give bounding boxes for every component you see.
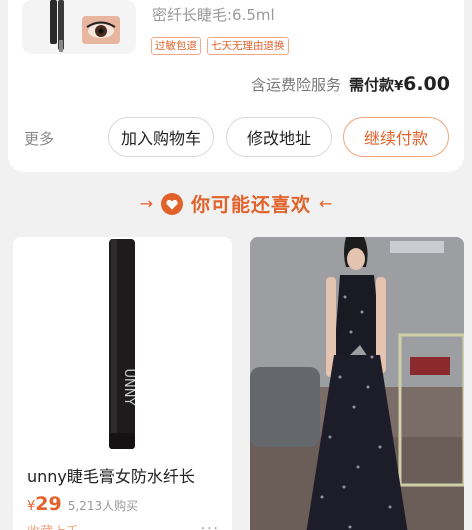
product-card[interactable]: UNNY unny睫毛膏女防水纤长 ¥ 29 5,213人购买 收藏上千 ··· xyxy=(13,237,232,530)
price-currency: ¥ xyxy=(27,499,36,514)
heart-icon xyxy=(160,192,183,215)
service-tag: 过敏包退 xyxy=(151,37,201,55)
price-row: ¥ 29 5,213人购买 xyxy=(27,493,138,515)
product-spec: 密纤长睫毛:6.5ml xyxy=(152,6,275,24)
arrow-right-decoration: → xyxy=(139,194,153,213)
insurance-text: 含运费险服务 xyxy=(251,76,342,94)
more-button[interactable]: 更多 xyxy=(24,128,54,149)
mascara-thumbnail-image xyxy=(50,0,64,52)
brand-on-tube: UNNY xyxy=(121,369,136,406)
payment-summary: 含运费险服务 需付款 ¥ 6.00 xyxy=(251,73,450,95)
service-tags: 过敏包退 七天无理由退换 xyxy=(151,37,289,55)
recommend-title: 你可能还喜欢 xyxy=(190,194,311,216)
product-price: 29 xyxy=(35,493,62,515)
dress-product-image xyxy=(250,237,464,530)
add-to-cart-button[interactable]: 加入购物车 xyxy=(108,117,214,157)
product-name: unny睫毛膏女防水纤长 xyxy=(27,467,195,486)
pay-label: 需付款 xyxy=(349,76,395,94)
pay-amount: 6.00 xyxy=(403,73,450,95)
more-options-icon[interactable]: ··· xyxy=(201,521,220,530)
product-card[interactable] xyxy=(250,237,464,530)
product-thumbnail[interactable] xyxy=(22,0,136,54)
change-address-button[interactable]: 修改地址 xyxy=(226,117,332,157)
arrow-left-decoration: ← xyxy=(319,194,333,213)
order-card: 密纤长睫毛:6.5ml 过敏包退 七天无理由退换 含运费险服务 需付款 ¥ 6.… xyxy=(8,0,464,172)
buyer-count: 5,213人购买 xyxy=(67,499,139,513)
recommend-header: → 你可能还喜欢 ← xyxy=(0,190,472,217)
mascara-product-image: UNNY xyxy=(13,237,232,455)
currency-symbol: ¥ xyxy=(394,79,404,94)
service-tag: 七天无理由退换 xyxy=(207,37,289,55)
favorite-count: 收藏上千 xyxy=(27,521,79,530)
continue-pay-button[interactable]: 继续付款 xyxy=(343,117,449,157)
eye-closeup-image xyxy=(82,16,120,44)
